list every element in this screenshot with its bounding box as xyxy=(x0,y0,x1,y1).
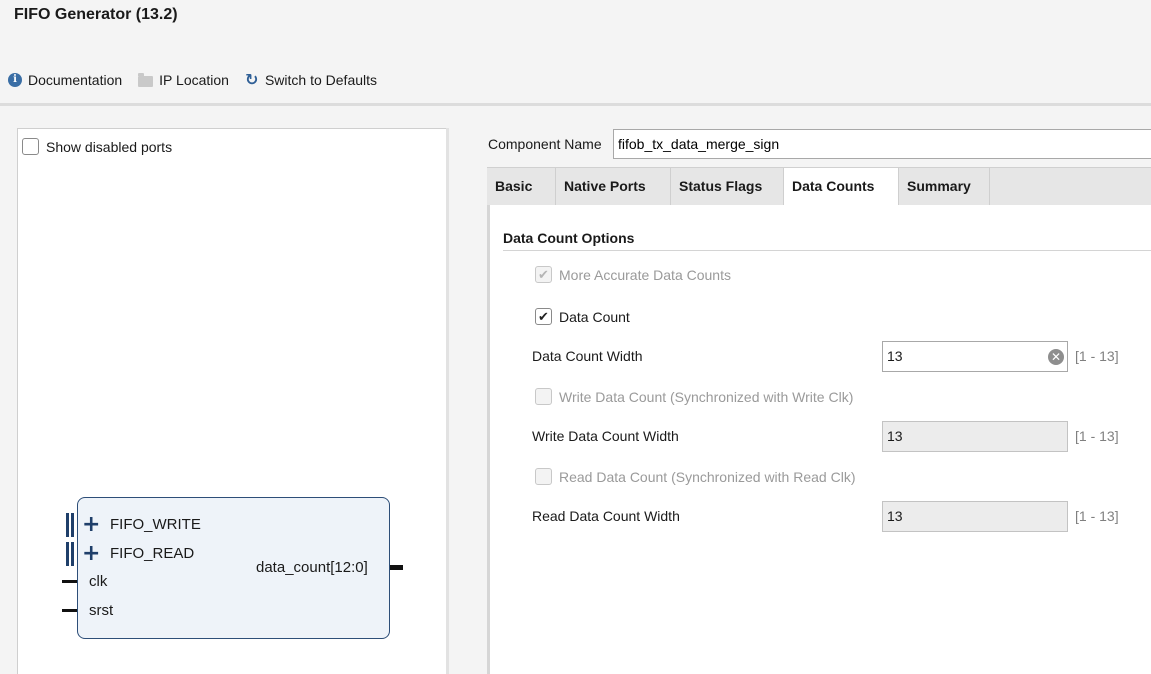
ip-location-label: IP Location xyxy=(159,72,229,88)
srst-pin xyxy=(62,609,77,612)
switch-to-defaults-button[interactable]: ↻ Switch to Defaults xyxy=(244,70,378,89)
tab-status-flags[interactable]: Status Flags xyxy=(671,168,784,205)
window-title: FIFO Generator (13.2) xyxy=(14,6,178,23)
write-data-count-width-range: [1 - 13] xyxy=(1075,428,1119,444)
ip-location-button[interactable]: IP Location xyxy=(138,72,229,88)
data-count-checkbox[interactable]: ✔ xyxy=(535,308,552,325)
documentation-label: Documentation xyxy=(28,72,123,88)
section-divider xyxy=(503,250,1151,251)
write-data-count-width-label: Write Data Count Width xyxy=(532,428,679,444)
show-disabled-ports-label: Show disabled ports xyxy=(46,138,173,155)
read-data-count-width-value: 13 xyxy=(887,508,903,524)
read-data-count-row[interactable]: Read Data Count (Synchronized with Read … xyxy=(535,468,855,485)
data-count-width-label: Data Count Width xyxy=(532,348,643,364)
port-clk: clk xyxy=(89,573,108,590)
write-data-count-width-value: 13 xyxy=(887,428,903,444)
fifo-write-bus-bar-2 xyxy=(71,513,74,537)
read-data-count-width-input[interactable]: 13 xyxy=(882,501,1068,532)
port-srst: srst xyxy=(89,602,114,619)
refresh-icon: ↻ xyxy=(244,70,259,89)
toolbar: i Documentation IP Location ↻ Switch to … xyxy=(8,70,393,90)
tab-bar: Basic Native Ports Status Flags Data Cou… xyxy=(487,167,1151,206)
show-disabled-ports-checkbox[interactable] xyxy=(22,138,39,155)
fifo-read-bus-bar xyxy=(66,542,69,566)
read-data-count-label: Read Data Count (Synchronized with Read … xyxy=(559,468,856,485)
data-count-width-input[interactable]: 13 ✕ xyxy=(882,341,1068,372)
tab-basic[interactable]: Basic xyxy=(487,168,556,205)
show-disabled-ports-row[interactable]: Show disabled ports xyxy=(22,138,172,155)
data-count-row[interactable]: ✔ Data Count xyxy=(535,308,630,325)
write-data-count-width-input[interactable]: 13 xyxy=(882,421,1068,452)
clk-pin xyxy=(62,580,77,583)
info-icon: i xyxy=(8,73,22,87)
port-fifo-write: FIFO_WRITE xyxy=(110,516,201,533)
switch-to-defaults-label: Switch to Defaults xyxy=(264,72,378,88)
read-data-count-width-range: [1 - 13] xyxy=(1075,508,1119,524)
more-accurate-checkbox[interactable]: ✔ xyxy=(535,266,552,283)
component-name-label: Component Name xyxy=(488,136,602,152)
component-name-input[interactable] xyxy=(613,129,1151,159)
panel-splitter[interactable] xyxy=(446,128,449,674)
write-data-count-row[interactable]: Write Data Count (Synchronized with Writ… xyxy=(535,388,853,405)
fifo-write-bus-bar xyxy=(66,513,69,537)
expand-fifo-read-icon[interactable]: + xyxy=(82,543,100,565)
data-count-width-range: [1 - 13] xyxy=(1075,348,1119,364)
tab-summary[interactable]: Summary xyxy=(899,168,990,205)
more-accurate-row[interactable]: ✔ More Accurate Data Counts xyxy=(535,266,731,283)
read-data-count-width-label: Read Data Count Width xyxy=(532,508,680,524)
write-data-count-label: Write Data Count (Synchronized with Writ… xyxy=(559,388,854,405)
data-count-label: Data Count xyxy=(559,308,630,325)
port-fifo-read: FIFO_READ xyxy=(110,545,195,562)
toolbar-divider xyxy=(0,103,1151,106)
expand-fifo-write-icon[interactable]: + xyxy=(82,514,100,536)
tab-native-ports[interactable]: Native Ports xyxy=(556,168,671,205)
read-data-count-checkbox[interactable] xyxy=(535,468,552,485)
fifo-read-bus-bar-2 xyxy=(71,542,74,566)
tab-data-counts[interactable]: Data Counts xyxy=(784,168,899,206)
section-title: Data Count Options xyxy=(503,230,635,246)
write-data-count-checkbox[interactable] xyxy=(535,388,552,405)
clear-icon[interactable]: ✕ xyxy=(1048,349,1064,365)
port-data-count: data_count[12:0] xyxy=(256,559,368,576)
data-count-width-value: 13 xyxy=(887,348,903,364)
documentation-button[interactable]: i Documentation xyxy=(8,72,122,88)
folder-icon xyxy=(138,72,154,87)
data-count-pin xyxy=(390,565,403,570)
more-accurate-label: More Accurate Data Counts xyxy=(559,266,731,283)
